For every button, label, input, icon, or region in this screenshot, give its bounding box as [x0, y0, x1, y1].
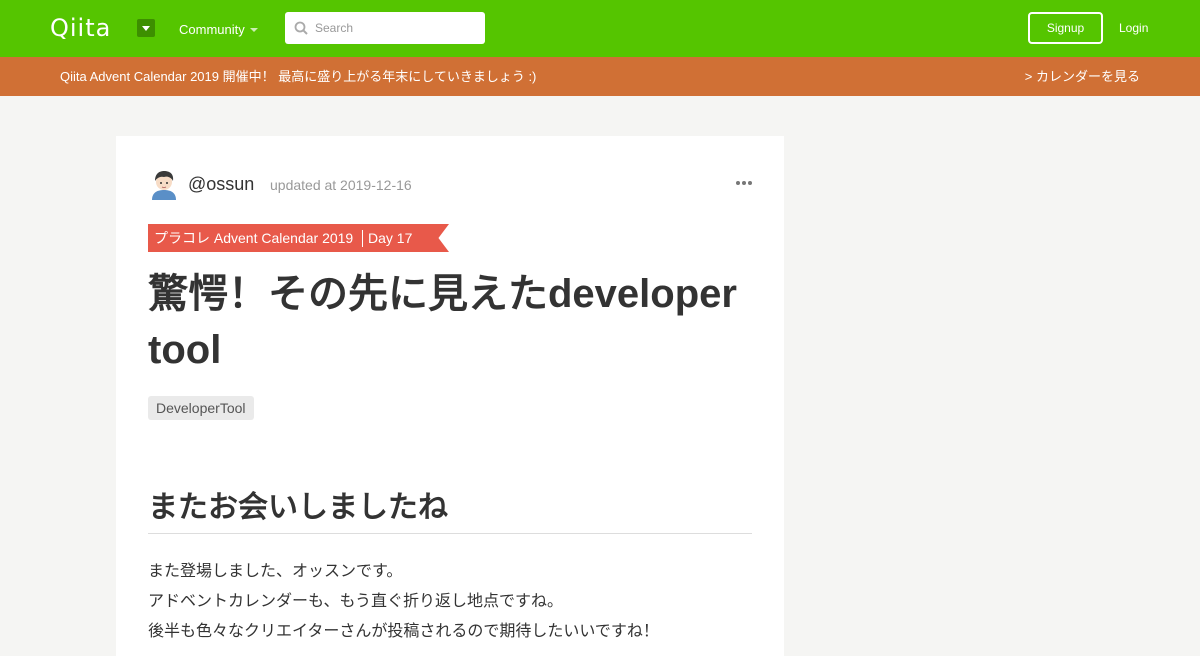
- top-header: Qiita Community Signup Login: [0, 0, 1200, 57]
- login-link[interactable]: Login: [1119, 20, 1148, 36]
- calendar-title: プラコレ Advent Calendar 2019: [154, 230, 354, 246]
- advent-calendar-ribbon[interactable]: プラコレ Advent Calendar 2019 Day 17: [148, 224, 449, 252]
- updated-date: updated at 2019-12-16: [270, 177, 412, 193]
- search-box[interactable]: [285, 12, 485, 44]
- qiita-logo[interactable]: Qiita: [50, 15, 111, 41]
- avatar-icon[interactable]: [148, 168, 180, 200]
- paragraph: 後半も色々なクリエイターさんが投稿されるので期待したいいですね！: [148, 623, 659, 640]
- paragraph: アドベントカレンダーも、もう直ぐ折り返し地点ですね。: [148, 593, 564, 610]
- paragraph: また登場しました、オッスンです。: [148, 563, 403, 580]
- author-name[interactable]: @ossun: [188, 174, 254, 194]
- view-calendar-link[interactable]: > カレンダーを見る: [1025, 69, 1140, 85]
- article-title: 驚愕！その先に見えたdeveloper tool: [148, 272, 737, 372]
- caret-down-icon[interactable]: [137, 19, 155, 37]
- signup-button[interactable]: Signup: [1028, 12, 1103, 44]
- banner-text: Qiita Advent Calendar 2019 開催中！ 最高に盛り上がる…: [60, 69, 537, 84]
- tag-developertool[interactable]: DeveloperTool: [148, 396, 254, 420]
- chevron-down-icon: [250, 28, 258, 32]
- search-icon: [294, 21, 308, 35]
- calendar-day: Day 17: [368, 230, 413, 246]
- article-card: @ossun updated at 2019-12-16 プラコレ Advent…: [116, 136, 784, 656]
- ribbon-divider: [362, 230, 363, 247]
- advent-banner: Qiita Advent Calendar 2019 開催中！ 最高に盛り上がる…: [0, 57, 1200, 96]
- more-horizontal-icon[interactable]: [736, 181, 752, 187]
- community-menu[interactable]: Community: [179, 22, 245, 38]
- search-input[interactable]: [315, 12, 480, 44]
- section-heading: またお会いしましたね: [148, 486, 752, 534]
